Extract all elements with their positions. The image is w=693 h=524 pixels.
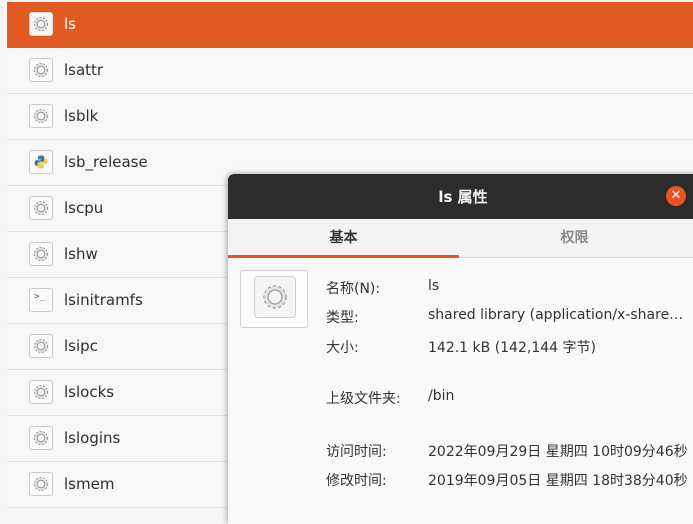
tab-basic-label: 基本 xyxy=(329,230,358,246)
python-script-icon xyxy=(29,150,53,174)
executable-gear-icon xyxy=(29,104,53,128)
terminal-script-icon: >_ xyxy=(29,288,53,312)
executable-gear-icon xyxy=(29,58,53,82)
dialog-titlebar[interactable]: ls 属性 ✕ xyxy=(228,174,693,219)
accessed-value: 2022年09月29日 星期四 10时09分46秒 xyxy=(428,444,688,460)
active-tab-indicator xyxy=(228,255,459,258)
parent-folder-value[interactable]: /bin xyxy=(428,388,454,404)
tab-basic[interactable]: 基本 xyxy=(228,219,459,258)
size-value: 142.1 kB (142,144 字节) xyxy=(428,340,596,356)
file-row-lsattr[interactable]: lsattr xyxy=(7,48,693,94)
file-name: lsattr xyxy=(64,61,104,79)
executable-gear-icon xyxy=(29,426,53,450)
executable-gear-icon xyxy=(29,472,53,496)
file-icon-button[interactable] xyxy=(240,270,308,328)
name-value[interactable]: ls xyxy=(428,278,439,294)
modified-label: 修改时间: xyxy=(326,473,387,489)
modified-value: 2019年09月05日 星期四 18时38分40秒 xyxy=(428,473,688,489)
executable-gear-icon xyxy=(29,242,53,266)
tab-permissions-label: 权限 xyxy=(560,230,589,246)
tab-permissions[interactable]: 权限 xyxy=(459,219,690,257)
file-name: lscpu xyxy=(64,199,104,217)
dialog-title: ls 属性 xyxy=(438,188,488,206)
tab-bar: 基本 权限 xyxy=(228,219,693,258)
name-label: 名称(N): xyxy=(326,281,381,297)
file-name: lsblk xyxy=(64,107,99,125)
file-name: lsmem xyxy=(64,475,115,493)
file-name: lsb_release xyxy=(64,153,148,171)
file-name: lslogins xyxy=(64,429,121,447)
file-name: lslocks xyxy=(64,383,115,401)
parent-folder-label: 上级文件夹: xyxy=(326,391,401,407)
file-name: lsinitramfs xyxy=(64,291,143,309)
type-value: shared library (application/x-share… xyxy=(428,307,684,323)
executable-gear-icon xyxy=(29,196,53,220)
executable-gear-icon xyxy=(29,12,53,36)
type-label: 类型: xyxy=(326,310,359,326)
close-icon: ✕ xyxy=(670,188,682,203)
file-name: ls xyxy=(64,15,76,33)
executable-gear-icon xyxy=(254,276,296,318)
file-row-lsblk[interactable]: lsblk xyxy=(7,94,693,140)
accessed-label: 访问时间: xyxy=(326,444,387,460)
close-button[interactable]: ✕ xyxy=(666,186,686,206)
executable-gear-icon xyxy=(29,334,53,358)
size-label: 大小: xyxy=(326,340,359,356)
file-name: lsipc xyxy=(64,337,98,355)
file-name: lshw xyxy=(64,245,98,263)
file-row-ls[interactable]: ls xyxy=(7,2,693,48)
executable-gear-icon xyxy=(29,380,53,404)
properties-dialog: ls 属性 ✕ 基本 权限 名称(N): ls 类型: shared libra… xyxy=(228,174,693,524)
